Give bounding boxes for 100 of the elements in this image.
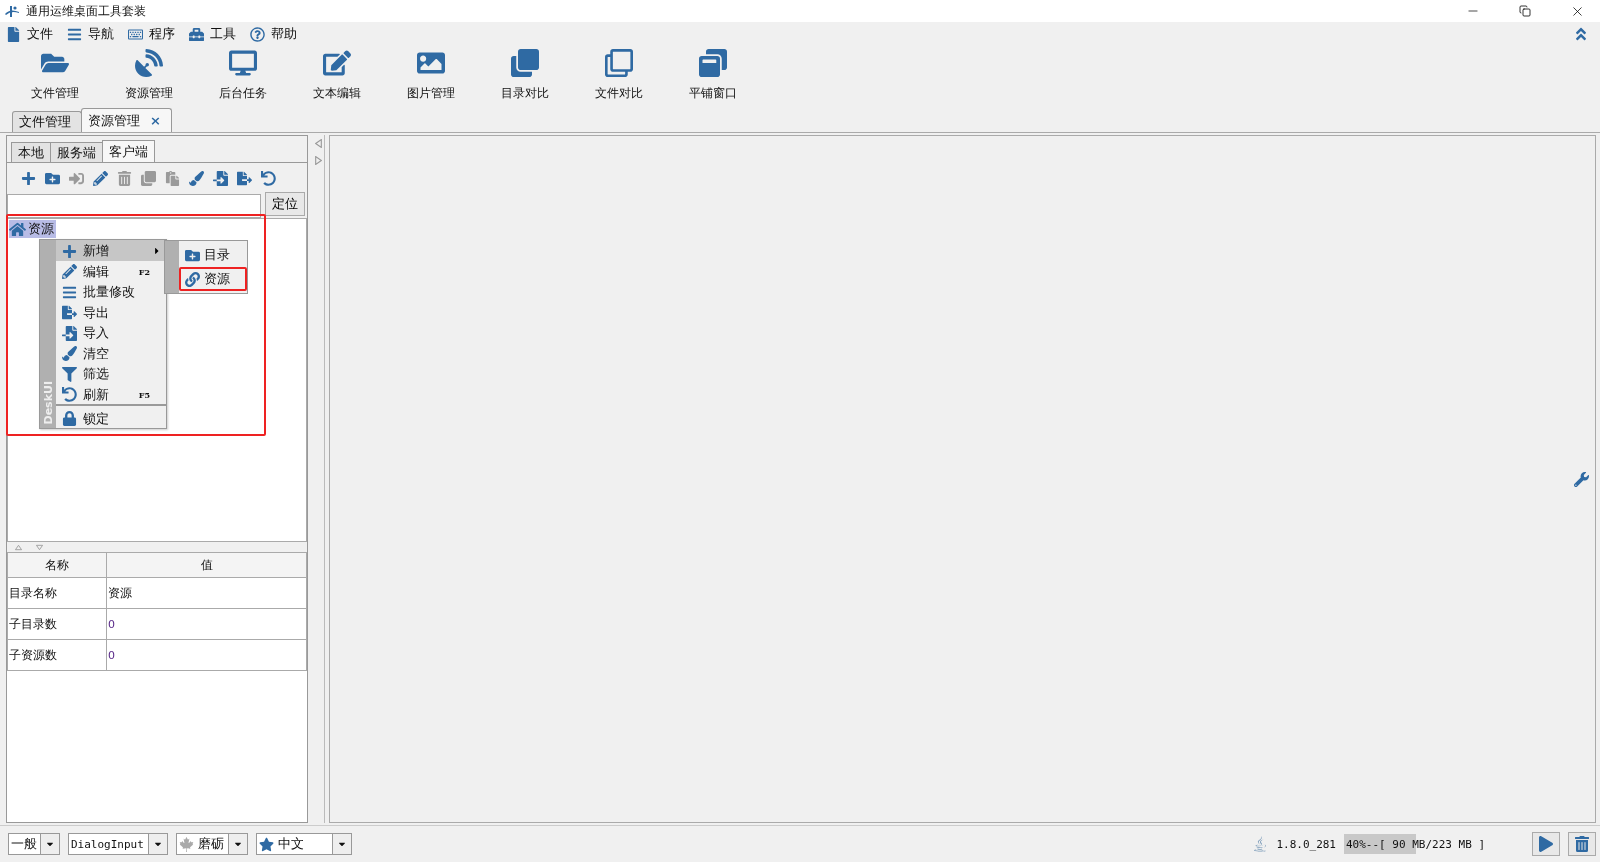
menu-item[interactable]: 刷新 F5: [56, 383, 166, 404]
file-export-icon[interactable]: [237, 171, 252, 186]
brush-icon[interactable]: [189, 171, 204, 186]
plus-icon: [62, 243, 77, 259]
dropdown[interactable]: 磨砺: [176, 833, 248, 855]
table-cell: 资源: [106, 577, 307, 609]
star-icon: [259, 836, 274, 852]
menu-item-label: 锁定: [83, 409, 110, 428]
lock-icon: [62, 411, 77, 426]
toolbar-button[interactable]: 图片管理: [384, 48, 478, 106]
plus-icon[interactable]: [21, 171, 36, 186]
toolbar-button[interactable]: 后台任务: [196, 48, 290, 106]
table-cell: 0: [106, 608, 307, 640]
table-cell: 0: [106, 639, 307, 671]
menu-item[interactable]: 工具: [210, 25, 236, 43]
dropdown[interactable]: 中文: [256, 833, 352, 855]
toolbar-button[interactable]: 文件对比: [572, 48, 666, 106]
monitor-icon: [229, 49, 257, 77]
copy-icon: [605, 49, 633, 77]
menu-item[interactable]: 新增: [56, 240, 166, 261]
menu-item[interactable]: 程序: [149, 25, 175, 43]
folder-plus-icon: [185, 247, 200, 263]
file-import-icon[interactable]: [213, 171, 228, 186]
tab-label: 资源管理: [88, 111, 140, 130]
menu-side-label: DeskUI: [41, 380, 55, 424]
java-version: 1.8.0_281: [1276, 837, 1336, 851]
menu-item[interactable]: 帮助: [271, 25, 297, 43]
leaf-icon: [179, 836, 194, 852]
pencil-icon[interactable]: [93, 171, 108, 186]
toolbar-button[interactable]: 资源管理: [102, 48, 196, 106]
column-header: 值: [106, 552, 307, 578]
filter-icon: [62, 366, 77, 382]
edit-icon: [323, 49, 351, 77]
collapse-left-icon[interactable]: [314, 139, 322, 148]
menu-item-label: 目录: [204, 246, 230, 264]
brush-icon: [62, 346, 77, 362]
menu-item[interactable]: 导入: [56, 322, 166, 343]
file-import-icon: [62, 325, 77, 341]
node-label: 资源: [28, 220, 54, 238]
dropdown-value: 中文: [278, 835, 304, 853]
tab-label: 文件管理: [19, 113, 71, 131]
menu-side-strip: [165, 241, 179, 293]
toolbar-button[interactable]: 平铺窗口: [666, 48, 760, 106]
toolbar-button[interactable]: 目录对比: [478, 48, 572, 106]
trash-icon: [1574, 836, 1590, 852]
menu-item[interactable]: 清空: [56, 342, 166, 363]
menu-item-label: 导出: [83, 303, 110, 322]
home-icon: [9, 220, 26, 238]
menu-item-label: 筛选: [83, 365, 110, 384]
menu-item[interactable]: 文件: [27, 25, 53, 43]
expand-right-icon[interactable]: [314, 156, 322, 165]
panel-tab[interactable]: 本地: [11, 142, 51, 162]
help-icon: [250, 26, 265, 42]
search-field[interactable]: [7, 194, 261, 218]
menu-item[interactable]: 编辑 F2: [56, 260, 166, 281]
list-icon: [62, 284, 77, 300]
menu-item[interactable]: 批量修改: [56, 281, 166, 302]
menu-item[interactable]: 锁定: [56, 404, 166, 428]
restore-icon: [1519, 5, 1531, 17]
satellite-dish-icon: [135, 49, 163, 77]
menu-item[interactable]: 目录: [179, 243, 247, 267]
menu-item-label: 刷新: [83, 385, 110, 404]
document-tab[interactable]: 文件管理: [12, 111, 82, 132]
wrench-icon[interactable]: [1574, 471, 1589, 487]
document-tab[interactable]: 资源管理 ×: [81, 108, 172, 132]
file-export-icon: [62, 305, 77, 321]
dropdown[interactable]: 一般: [8, 833, 60, 855]
play-icon: [1538, 836, 1554, 852]
dropdown-value: 一般: [11, 835, 37, 853]
table-cell: 目录名称: [7, 577, 107, 609]
menu-item[interactable]: 导出: [56, 301, 166, 322]
table-cell: 子目录数: [7, 608, 107, 640]
panel-tab[interactable]: 客户端: [102, 140, 155, 162]
toolbar-button[interactable]: 文件管理: [8, 48, 102, 106]
menu-item[interactable]: 资源: [179, 267, 247, 291]
copy-icon: [511, 49, 539, 77]
panel-tab[interactable]: 服务端: [50, 142, 103, 162]
menu-item[interactable]: 筛选: [56, 363, 166, 384]
refresh-icon[interactable]: [261, 171, 276, 186]
trash-button[interactable]: [1568, 832, 1596, 856]
close-tab-button[interactable]: ×: [150, 113, 161, 128]
menu-item-label: 编辑: [83, 262, 110, 281]
refresh-icon: [62, 387, 77, 403]
link-icon: [185, 271, 200, 287]
memory-text: 40%--[ 90 MB/223 MB ]: [1345, 837, 1486, 851]
locate-button[interactable]: 定位: [265, 192, 305, 216]
folder-plus-icon[interactable]: [45, 171, 60, 186]
toolbox-icon: [189, 26, 204, 42]
toolbar-button[interactable]: 文本编辑: [290, 48, 384, 106]
menu-item-label: 清空: [83, 344, 110, 363]
app-logo-icon: [4, 4, 20, 18]
table-cell: 子资源数: [7, 639, 107, 671]
cup-icon: [1252, 836, 1269, 852]
dropdown[interactable]: DialogInput: [68, 833, 168, 855]
double-chevron-up-icon[interactable]: [1573, 26, 1589, 42]
windows-icon: [699, 49, 727, 77]
tree-node[interactable]: 资源: [9, 220, 56, 238]
run-button[interactable]: [1532, 832, 1560, 856]
menu-item[interactable]: 导航: [88, 25, 114, 43]
dropdown-value: 磨砺: [198, 835, 224, 853]
